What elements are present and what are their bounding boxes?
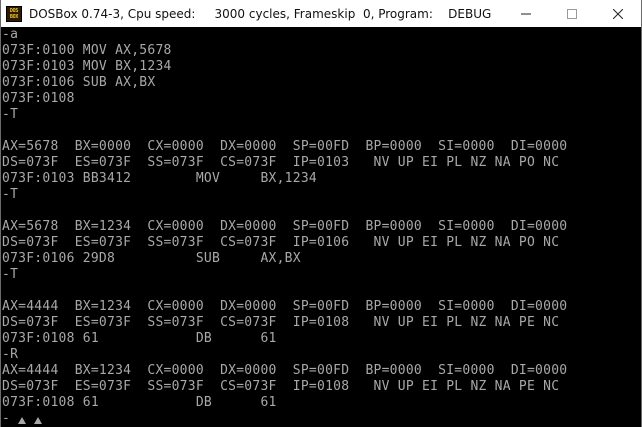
console-line: 073F:0103 MOV BX,1234 — [2, 59, 172, 74]
window-controls — [503, 0, 641, 27]
console-line: AX=5678 BX=0000 CX=0000 DX=0000 SP=00FD … — [2, 139, 568, 154]
console-line: AX=4444 BX=1234 CX=0000 DX=0000 SP=00FD … — [2, 299, 568, 314]
input-glyph-icon — [34, 417, 43, 424]
console-line: 073F:0108 — [2, 91, 75, 106]
console-line: -T — [2, 187, 19, 202]
maximize-icon — [567, 8, 577, 19]
console-line: DS=073F ES=073F SS=073F CS=073F IP=0106 … — [2, 235, 560, 250]
console-line: DS=073F ES=073F SS=073F CS=073F IP=0108 … — [2, 315, 560, 330]
console-line: 073F:0106 SUB AX,BX — [2, 75, 156, 90]
console-line: DS=073F ES=073F SS=073F CS=073F IP=0103 … — [2, 155, 560, 170]
console-line: -T — [2, 107, 19, 122]
close-button[interactable] — [595, 0, 641, 27]
console-line: -a — [2, 27, 19, 42]
console-line: -R — [2, 347, 19, 362]
prompt-line[interactable]: - — [2, 411, 43, 427]
close-icon — [613, 8, 623, 19]
maximize-button[interactable] — [549, 0, 595, 27]
console-line: 073F:0100 MOV AX,5678 — [2, 43, 172, 58]
console-line: 073F:0106 29D8 SUB AX,BX — [2, 251, 301, 266]
dosbox-app-icon[interactable]: DOS BOX — [6, 5, 22, 22]
minimize-button[interactable] — [503, 0, 549, 27]
dos-console[interactable]: -a 073F:0100 MOV AX,5678 073F:0103 MOV B… — [1, 27, 641, 427]
console-line: 073F:0108 61 DB 61 — [2, 331, 277, 346]
console-line: -T — [2, 267, 19, 282]
console-line: 073F:0103 BB3412 MOV BX,1234 — [2, 171, 317, 186]
console-line: 073F:0108 61 DB 61 — [2, 395, 277, 410]
minimize-icon — [521, 13, 531, 14]
input-glyph-icon — [18, 417, 27, 424]
app-icon-text-bottom: BOX — [9, 13, 19, 20]
window-title: DOSBox 0.74-3, Cpu speed: 3000 cycles, F… — [29, 6, 492, 21]
console-line: AX=5678 BX=1234 CX=0000 DX=0000 SP=00FD … — [2, 219, 568, 234]
console-line: AX=4444 BX=1234 CX=0000 DX=0000 SP=00FD … — [2, 363, 568, 378]
console-line: DS=073F ES=073F SS=073F CS=073F IP=0108 … — [2, 379, 560, 394]
dosbox-window: DOS BOX DOSBox 0.74-3, Cpu speed: 3000 c… — [0, 0, 642, 427]
prompt: - — [2, 411, 11, 426]
title-bar[interactable]: DOS BOX DOSBox 0.74-3, Cpu speed: 3000 c… — [1, 0, 641, 27]
